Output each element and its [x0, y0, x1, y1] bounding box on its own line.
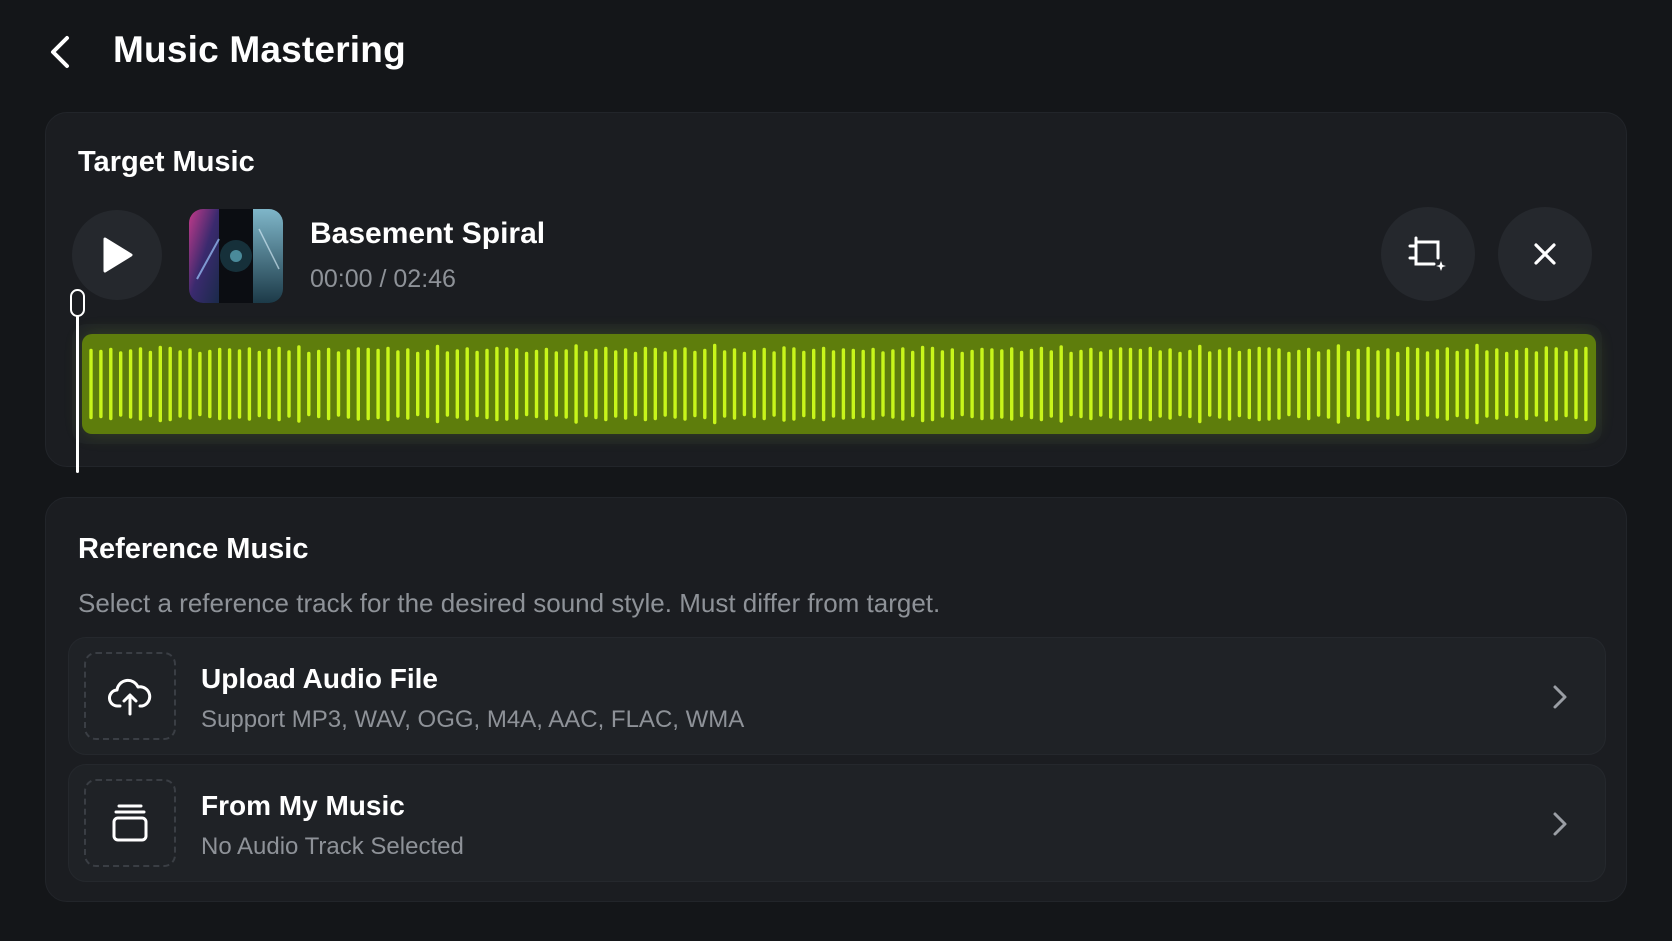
reference-description: Select a reference track for the desired…	[78, 588, 941, 618]
upload-audio-option[interactable]: Upload Audio File Support MP3, WAV, OGG,…	[68, 637, 1606, 755]
chevron-left-icon	[51, 36, 69, 68]
cloud-upload-icon	[108, 678, 152, 716]
upload-audio-subtitle: Support MP3, WAV, OGG, M4A, AAC, FLAC, W…	[201, 706, 745, 733]
upload-icon-box	[84, 652, 176, 740]
chevron-right-icon	[1545, 809, 1575, 839]
target-music-title: Target Music	[78, 146, 255, 178]
play-icon	[103, 237, 133, 273]
music-library-icon	[112, 804, 148, 842]
close-icon	[1534, 243, 1556, 265]
play-button[interactable]	[72, 210, 162, 300]
my-music-title: From My Music	[201, 790, 405, 821]
back-button[interactable]	[40, 30, 80, 74]
chevron-right-icon	[1545, 682, 1575, 712]
my-music-option[interactable]: From My Music No Audio Track Selected	[68, 764, 1606, 882]
playhead-handle[interactable]	[70, 289, 85, 317]
waveform[interactable]	[82, 334, 1596, 434]
track-time: 00:00 / 02:46	[310, 265, 456, 293]
page-title: Music Mastering	[113, 29, 406, 70]
reference-music-card: Reference Music Select a reference track…	[45, 497, 1627, 902]
crop-button[interactable]	[1381, 207, 1475, 301]
track-name: Basement Spiral	[310, 217, 546, 250]
header: Music Mastering	[0, 0, 1672, 110]
reference-music-title: Reference Music	[78, 533, 309, 565]
my-music-subtitle: No Audio Track Selected	[201, 833, 464, 860]
album-cover	[189, 209, 283, 303]
upload-audio-title: Upload Audio File	[201, 663, 438, 694]
my-music-icon-box	[84, 779, 176, 867]
target-music-card: Target Music Basement Spiral 00:00 / 02:…	[45, 112, 1627, 473]
crop-icon	[1408, 236, 1446, 271]
playhead-line	[76, 303, 79, 473]
close-button[interactable]	[1498, 207, 1592, 301]
